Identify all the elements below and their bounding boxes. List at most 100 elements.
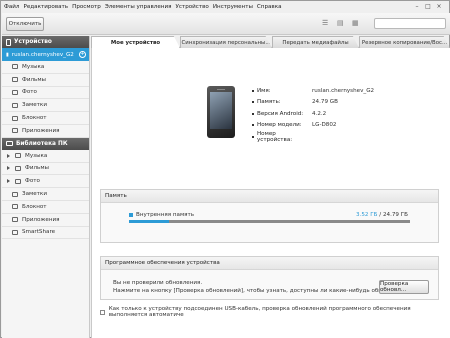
detail-view-icon[interactable]: ▤: [337, 20, 345, 27]
internal-memory-label: Внутренняя память: [129, 212, 194, 218]
sidebar-item-notepad[interactable]: Блокнот: [2, 112, 89, 125]
tab-sync[interactable]: Синхронизация персональны...: [180, 36, 272, 48]
menu-device[interactable]: Устройство: [175, 3, 208, 12]
sidebar-item-label: Заметки: [22, 102, 47, 109]
phone-screen: [210, 92, 232, 129]
library-item-movies[interactable]: Фильмы: [2, 163, 89, 176]
computer-icon: [6, 141, 13, 147]
phone-speaker: [217, 88, 225, 90]
library-item-music[interactable]: Музыка: [2, 150, 89, 163]
library-item-smartshare[interactable]: SmartShare: [2, 227, 89, 240]
menu-tools[interactable]: Инструменты: [213, 3, 253, 12]
photo-icon: [12, 89, 18, 95]
device-entry[interactable]: ▮ ruslan.chernyshev_G2 +: [2, 48, 89, 61]
library-item-photos[interactable]: Фото: [2, 175, 89, 189]
add-device-icon[interactable]: +: [79, 51, 86, 58]
software-panel-title: Программное обеспечения устройства: [101, 257, 438, 270]
memory-panel: Память Внутренняя память 3.52 ГБ / 24.79…: [100, 189, 439, 243]
expand-arrow-icon[interactable]: [7, 153, 10, 158]
phone-small-icon: ▮: [6, 51, 9, 58]
memory-total: / 24.79 ГБ: [377, 212, 408, 218]
maximize-icon[interactable]: □: [424, 3, 432, 10]
sidebar-item-label: Заметки: [22, 191, 47, 198]
library-section-header[interactable]: Библиотека ПК: [2, 137, 89, 150]
device-info: Имя: ruslan.chernyshev_G2 ✎ Память: 24.7…: [252, 85, 374, 143]
library-section-label: Библиотека ПК: [16, 140, 68, 147]
menu-edit[interactable]: Редактировать: [23, 3, 68, 12]
music-icon: [12, 64, 18, 70]
sidebar-item-movies[interactable]: Фильмы: [2, 74, 89, 87]
notepad-icon: [12, 115, 18, 121]
note-icon: [12, 191, 18, 197]
memory-progress-fill: [129, 220, 169, 223]
library-item-notes[interactable]: Заметки: [2, 188, 89, 201]
sidebar-item-music[interactable]: Музыка: [2, 61, 89, 74]
library-item-notepad[interactable]: Блокнот: [2, 201, 89, 214]
minimize-icon[interactable]: –: [413, 3, 421, 10]
notepad-icon: [12, 204, 18, 210]
sidebar-item-label: Блокнот: [22, 203, 47, 210]
device-section-header[interactable]: Устройство: [2, 36, 89, 48]
music-icon: [15, 153, 21, 159]
sidebar-item-label: Фото: [25, 178, 40, 185]
sidebar-item-label: Приложения: [22, 127, 60, 134]
auto-update-checkbox[interactable]: [100, 309, 105, 315]
auto-update-option[interactable]: Как только к устройству подсоединен USB-…: [100, 306, 450, 318]
close-icon[interactable]: ×: [435, 3, 443, 10]
tab-transfer[interactable]: Передать медиафайлы: [272, 36, 359, 48]
auto-update-label: Как только к устройству подсоединен USB-…: [108, 306, 411, 318]
device-name: ruslan.chernyshev_G2: [11, 51, 74, 58]
smartshare-icon: [12, 229, 18, 235]
expand-arrow-icon[interactable]: [7, 179, 10, 184]
sidebar-item-label: Музыка: [22, 63, 45, 70]
name-label: Имя:: [252, 88, 312, 94]
app-window: – □ × Файл Редактировать Просмотр Элемен…: [0, 0, 450, 338]
memory-progress-bar: [129, 220, 410, 223]
phone-image: [207, 86, 235, 138]
sidebar-item-label: Музыка: [25, 152, 48, 159]
menu-file[interactable]: Файл: [4, 3, 19, 12]
sidebar-item-apps[interactable]: Приложения: [2, 125, 89, 138]
android-value: 4.2.2: [312, 110, 327, 117]
software-panel: Программное обеспечения устройства Вы не…: [100, 256, 439, 300]
model-label: Номер модели:: [252, 122, 312, 128]
apps-icon: [12, 128, 18, 134]
device-number-label: Номер устройства:: [252, 131, 312, 143]
toolbar: Отключить ☰ ▤ ▦: [2, 13, 450, 35]
memory-legend-swatch: [129, 213, 133, 217]
tab-backup[interactable]: Резервное копирование/Вос...: [359, 36, 450, 48]
menu-controls[interactable]: Элементы управления: [105, 3, 172, 12]
note-icon: [12, 102, 18, 108]
sidebar-item-label: Блокнот: [22, 115, 47, 122]
grid-view-icon[interactable]: ▦: [352, 20, 360, 27]
sidebar-item-label: Фото: [22, 89, 37, 96]
phone-icon: [6, 38, 11, 46]
apps-icon: [12, 217, 18, 223]
film-icon: [12, 77, 18, 83]
memory-value: 24.79 GB: [312, 99, 338, 106]
sidebar-item-label: Фильмы: [22, 76, 46, 83]
menu-help[interactable]: Справка: [257, 3, 282, 12]
library-item-apps[interactable]: Приложения: [2, 214, 89, 227]
model-value: LG-D802: [312, 122, 337, 129]
internal-memory-text: Внутренняя память: [136, 212, 195, 218]
menu-view[interactable]: Просмотр: [72, 3, 101, 12]
name-value: ruslan.chernyshev_G2: [312, 87, 375, 94]
menu-bar: Файл Редактировать Просмотр Элементы упр…: [4, 3, 282, 12]
info-row-android: Версия Android: 4.2.2: [252, 108, 374, 120]
device-section-label: Устройство: [14, 39, 52, 45]
list-view-icon[interactable]: ☰: [322, 20, 330, 27]
disconnect-button[interactable]: Отключить: [6, 17, 44, 31]
android-label: Версия Android:: [252, 111, 312, 117]
expand-arrow-icon[interactable]: [7, 166, 10, 171]
check-updates-button[interactable]: Проверка обновл...: [379, 280, 429, 294]
sidebar-item-label: Фильмы: [25, 165, 49, 172]
software-line-1: Вы не проверили обновления.: [113, 280, 203, 286]
memory-used: 3.52 ГБ: [356, 212, 378, 218]
tab-my-device[interactable]: Мое устройство: [91, 36, 180, 48]
search-input[interactable]: [374, 18, 446, 29]
memory-label: Память:: [252, 99, 312, 105]
sidebar-item-photos[interactable]: Фото: [2, 87, 89, 100]
sidebar-item-notes[interactable]: Заметки: [2, 99, 89, 113]
memory-panel-title: Память: [101, 190, 438, 203]
